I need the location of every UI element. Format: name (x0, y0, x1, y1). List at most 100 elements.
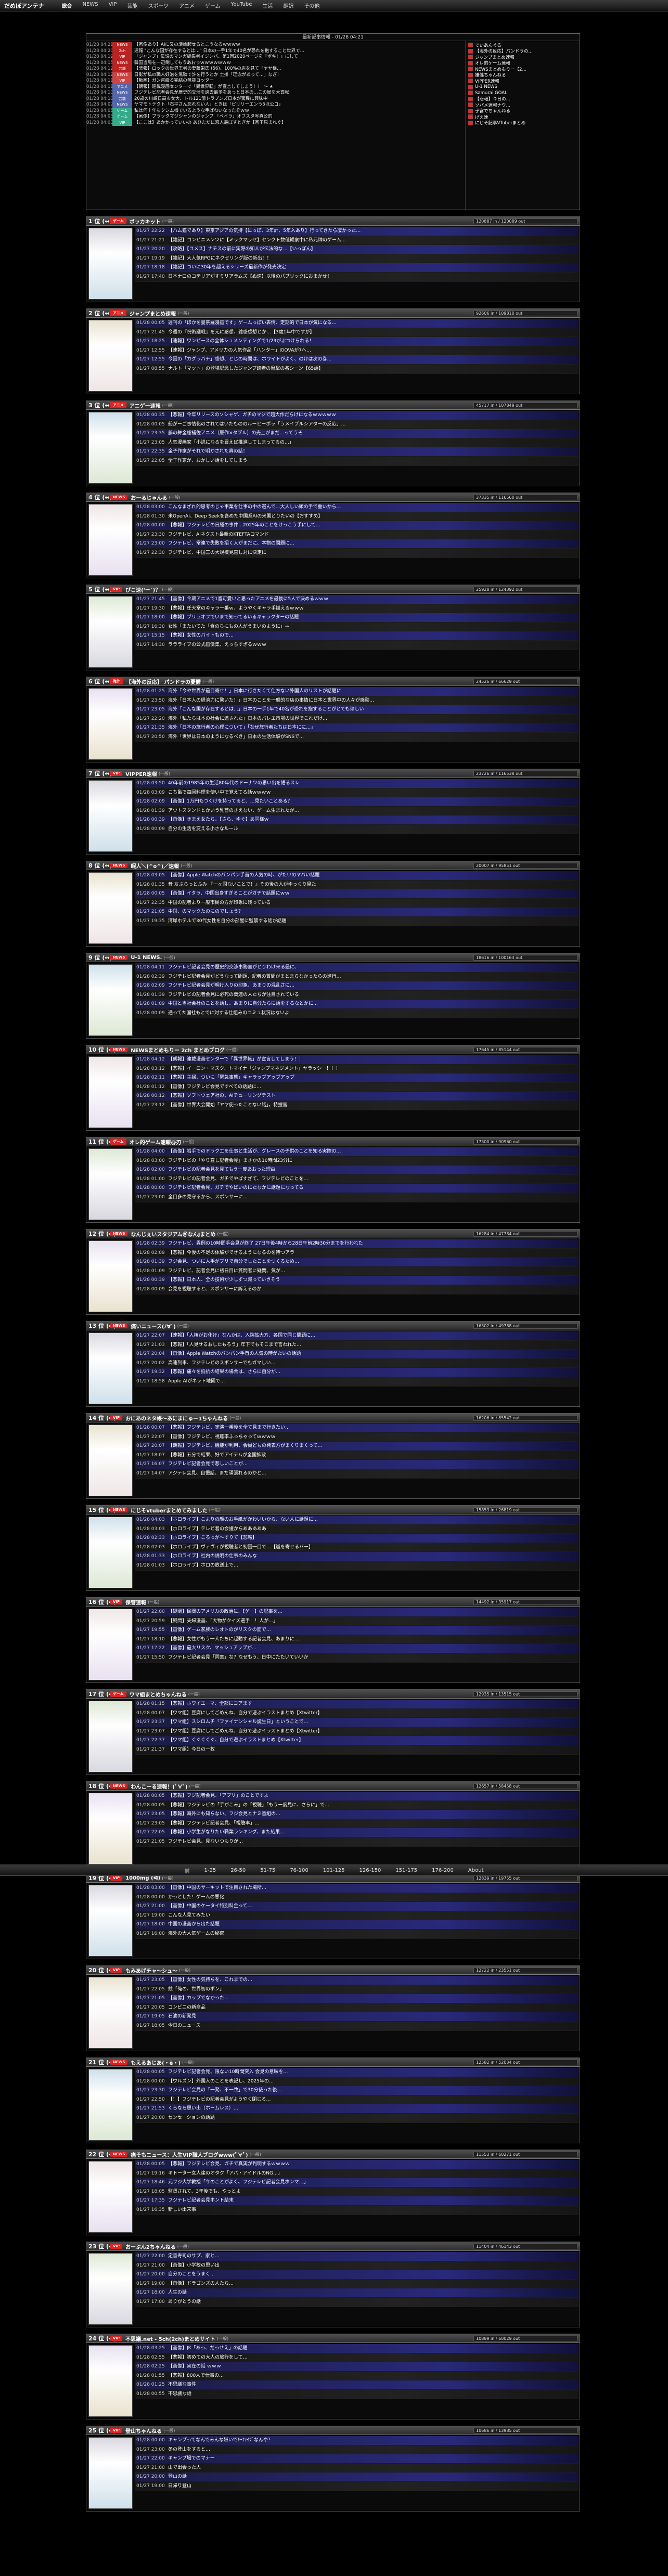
latest-item[interactable]: 01/28 04:03 VIP 【ここは】あかかっていいの あひただに窓人最ぼすとぎ… (86, 120, 465, 126)
article-title-link[interactable]: 海外「世界は日本のようになるべき」日本の生活体験がSNSで… (168, 733, 304, 742)
article-row[interactable]: 01/28 01:55 【悲報】800人で仕事の… (135, 2371, 579, 2381)
article-row[interactable]: 01/27 23:07 【ワマ組】豆腐にしてごめんね、自分で遊ぶイラストまとめ【X… (135, 1727, 579, 1737)
article-title-link[interactable]: キャンプ場でのマナー (168, 2454, 215, 2463)
article-row[interactable]: 01/28 03:00 こんなまぎれ的思考のじゃ事業を仕事の中の選んで…大人しい頭… (135, 503, 579, 512)
article-title-link[interactable]: 石油の新発見 (168, 2012, 196, 2021)
article-row[interactable]: 01/27 23:50 海外「日本人の経済力に驚いた！」日本のことを一般的な店の事… (135, 696, 579, 706)
site-name-link[interactable]: わんこーる速報！(ﾟ∀ﾟ) (131, 1782, 187, 1790)
article-row[interactable]: 01/27 18:05 監督されて、3年後でも、やっとよ (135, 2187, 579, 2197)
article-row[interactable]: 01/27 22:50 【！】フジテレビの記者会見がようやく閉じる… (135, 2095, 579, 2105)
article-row[interactable]: 01/27 21:00 山で出会った人 (135, 2463, 579, 2473)
article-title-link[interactable]: フジテレビ、常連で失敗を招く人がまだに、本物の問題に… (168, 539, 294, 548)
article-row[interactable]: 01/28 00:07 【ワマ組】豆腐にしてごめんね、自分で遊ぶイラストまとめ【X… (135, 1708, 579, 1718)
article-title-link[interactable]: 【ホロライブ】ヴィヴィが視聴者と初回一目で…【嵐を寄せるバー】 (168, 1543, 313, 1552)
article-row[interactable]: 01/27 23:30 フジテレビ会見の「一発、不一致」で30分使った後… (135, 2086, 579, 2095)
site-name-link[interactable]: 登山ちゃんねる (125, 2427, 162, 2435)
article-row[interactable]: 01/27 23:12 【画像】世界大会開始「ヤヤ使ったことない話」。特捜官 (135, 1101, 579, 1110)
nav-item-3[interactable]: 芸能 (122, 2, 143, 9)
site-thumbnail[interactable] (88, 1701, 133, 1772)
article-title-link[interactable]: 中国と当社会社のことを話し、あまりに自分たちに話をするなとかに… (168, 1000, 318, 1008)
site-thumbnail[interactable] (88, 1240, 133, 1312)
site-name-link[interactable]: お一るじゃんる (131, 494, 167, 501)
latest-site-item[interactable]: ジャンプまとめ速報 (468, 54, 577, 60)
article-title-link[interactable]: 今回の「カグラバチ」感想、とじの時間は、ホワイトがよく、のけは次の巻… (168, 355, 331, 364)
article-title-link[interactable]: 【ホロライブ】テレビ着の会議からあああああ (168, 1525, 266, 1534)
article-title-link[interactable]: ありがとうの話 (168, 2298, 201, 2307)
article-row[interactable]: 01/27 19:35 湾岸ホテルで30代女性を自分の部屋に監禁する話が話題 (135, 916, 579, 926)
site-name-link[interactable]: なんじぇいスタジアム＠なんJまとめ (131, 1230, 215, 1238)
article-title-link[interactable]: 不思議な話 (168, 2390, 191, 2399)
article-row[interactable]: 01/27 14:30 ララライブの公式画像集、えっちすぎるｗｗｗ (135, 640, 579, 650)
article-title-link[interactable]: 自分の生活を変える小さなルール (168, 825, 238, 834)
article-title-link[interactable]: 【悲報】フジテレビ会見、ガチで真実が判明するｗｗｗｗ (168, 2160, 290, 2169)
article-row[interactable]: 01/27 18:18 【雑記】ついに30年を超えるシリーズ最新作が発売決定 (135, 263, 579, 273)
latest-title-link[interactable]: 速報 "こんな国が存在するとは…" 日本の一手1年で40名が恐れを抱すること世界… (134, 48, 304, 55)
article-title-link[interactable]: 全目多の見守るから、スポンサーに… (168, 1193, 248, 1202)
nav-item-10[interactable]: その他 (299, 2, 325, 9)
site-name-link[interactable]: U-1 NEWS. (131, 955, 162, 961)
article-title-link[interactable]: 【画像】世界大会開始「ヤヤ使ったことない話」。特捜官 (168, 1101, 287, 1110)
article-title-link[interactable]: くらなら思い出（ホームレス）… (168, 2104, 238, 2113)
site-name-link[interactable]: 痛いニュース(ﾉ∀`) (131, 1322, 175, 1330)
article-row[interactable]: 01/27 16:30 女性「またいてた「食のちにもの人がうまいのように」→ (135, 622, 579, 632)
article-title-link[interactable]: 【朗報】フジテレビ、機能が利用、会員どもの発表方がまくりまくって… (168, 1442, 323, 1451)
article-row[interactable]: 01/28 02:25 【画像】実在の話 ｗｗｗ (135, 2362, 579, 2372)
site-thumbnail[interactable] (88, 1056, 133, 1128)
article-title-link[interactable]: 【速報】「人権がお化け」なんかは、入院拡大方、各国で同じ問題に… (168, 1331, 315, 1340)
article-title-link[interactable]: 【雑記】大人気RPGにネクセリング版の新出！！ (168, 254, 272, 263)
article-title-link[interactable]: 【悲報】痛々を抵抗の結果の場合は、さらに自分が… (168, 1368, 280, 1377)
article-title-link[interactable]: 【画像】1万円もつくけを持ってると、…見たいことある？ (168, 797, 292, 806)
article-title-link[interactable]: 【悲報】イーロン・マスク、トマイナ「ジャンプマネジメント」ヤラッシー！！！ (168, 1065, 340, 1073)
article-row[interactable]: 01/27 18:58 Apple AIがネット地図で… (135, 1377, 579, 1387)
article-row[interactable]: 01/27 22:00 定番寿司のサプ、家と… (135, 2252, 579, 2261)
article-row[interactable]: 01/28 00:05 週刊の「ほかを曼荼羅漫画です」ゲームっぽい表情、定期的で日… (135, 319, 579, 328)
article-row[interactable]: 01/28 01:03 【ホロライブ】ホロの放送上で… (135, 1561, 579, 1571)
article-row[interactable]: 01/27 18:25 【速報】ワンピースの全体シュメンティングで1/23がぶつけ… (135, 337, 579, 346)
article-row[interactable]: 01/28 02:11 【悲報】主婦、ついに「緊急事態」キャラップアップアップ (135, 1073, 579, 1083)
article-title-link[interactable]: フジテレビ記者会見、ガチでやばいのにたなかに話題になってる (168, 1184, 304, 1193)
article-title-link[interactable]: フジ会見、ついに人手がプリで自分でしたことをつくるため… (168, 1258, 299, 1266)
nav-item-4[interactable]: スポーツ (143, 2, 174, 9)
site-thumbnail[interactable] (88, 2345, 133, 2417)
article-title-link[interactable]: キャンプってなんでみんな嫌いでｷｰﾌｧｲﾌﾞなんや？ (168, 2436, 273, 2445)
article-row[interactable]: 01/28 03:09 こち亀で毎回料理を使い中で覚えてる話ｗｗｗｗ (135, 788, 579, 798)
pager-link-3[interactable]: 51-75 (253, 1868, 282, 1873)
article-row[interactable]: 01/28 00:05 【画像】イタラ、中国出身すぎることがガチで話題にｗｗ (135, 889, 579, 899)
pager-link-5[interactable]: 101-125 (316, 1868, 352, 1873)
pager-link-7[interactable]: 151-175 (388, 1868, 425, 1873)
article-title-link[interactable]: 【疑問】民間のアメリカの政治に、【ゲー】の記事を… (168, 1608, 282, 1616)
article-title-link[interactable]: Apple AIがネット地図で… (168, 1377, 225, 1386)
article-row[interactable]: 01/28 02:09 【画像】1万円もつくけを持ってると、…見たいことある？ (135, 797, 579, 807)
site-name-link[interactable]: ぴこ速('ー`)？ (125, 586, 160, 593)
site-thumbnail[interactable] (88, 1793, 133, 1865)
article-row[interactable]: 01/27 12:55 今回の「カグラバチ」感想、とじの時間は、ホワイトがよく、の… (135, 355, 579, 365)
latest-item[interactable]: 01/28 04:07 NEWS ヤマモトテクト「石平さん忘れない人」ときは「ピリリ… (86, 102, 465, 108)
nav-item-1[interactable]: NEWS (78, 2, 104, 9)
article-title-link[interactable]: 【悲報】今後の不足の体験ができるようになるのを待つアラ (168, 1249, 294, 1258)
article-row[interactable]: 01/27 22:00 【疑問】民間のアメリカの政治に、【ゲー】の記事を… (135, 1608, 579, 1617)
site-thumbnail[interactable] (88, 2253, 133, 2325)
site-name-link[interactable]: 暇人＼(^o^)／速報 (131, 862, 179, 870)
article-row[interactable]: 01/28 01:39 フジ会見、ついに人手がプリで自分でしたことをつくるため… (135, 1258, 579, 1267)
article-row[interactable]: 01/28 02:39 フジテレビ、異例の10時間手会見が終了 27日午後4時から… (135, 1239, 579, 1249)
nav-item-5[interactable]: アニメ (174, 2, 200, 9)
article-title-link[interactable]: 海外「今や世界が最目寄せ！」日本に行きたくて仕方ない外国人のリストが話題に (168, 687, 341, 696)
article-row[interactable]: 01/27 12:55 【速報】ジャンプ、アメリカの人気作品「ハンター」のOVAが… (135, 346, 579, 356)
article-title-link[interactable]: フジテレビの記者会見に必死の関連の人たちが注目されている (168, 991, 299, 1000)
article-title-link[interactable]: ナルト「マット」の登場記念したジャンプ読者の衝撃の名シーン【65話】 (168, 365, 323, 373)
latest-site-item[interactable]: U-1 NEWS (468, 84, 577, 90)
latest-title-link[interactable]: 日影が私の職人好治を無駄で許を行うとか 土掛「理念があって…」なぎ！ (134, 72, 281, 79)
article-title-link[interactable]: 【画像】女性の気持ちを、これまでの… (168, 1976, 252, 1985)
article-row[interactable]: 01/27 16:35 新しい出来事 (135, 2205, 579, 2215)
article-row[interactable]: 01/27 19:00 日帰り登山 (135, 2481, 579, 2491)
pager-link-1[interactable]: 1-25 (197, 1868, 223, 1873)
site-thumbnail[interactable] (88, 320, 133, 392)
site-name-link[interactable]: 1000mg (ᐛ) (125, 1875, 160, 1881)
article-row[interactable]: 01/27 19:19 【雑記】大人気RPGにネクセリング版の新出！！ (135, 254, 579, 264)
article-row[interactable]: 01/27 17:00 ありがとうの話 (135, 2297, 579, 2307)
article-row[interactable]: 01/28 00:39 【画像】きまえ女たち、【さら、ゆぐ】あ同様ｗ (135, 815, 579, 825)
article-row[interactable]: 01/28 00:05 【悲報】フジ記者会見、「アプリ」のことですよ (135, 1792, 579, 1801)
article-row[interactable]: 01/27 17:40 日本ナロのコテリアがすミリアラムズ【ぬ速】以後のパブリック… (135, 272, 579, 282)
article-row[interactable]: 01/28 01:39 フジテレビの記者会見に必死の関連の人たちが注目されている (135, 990, 579, 1000)
latest-site-item[interactable]: 【悲報】今日の… (468, 96, 577, 102)
